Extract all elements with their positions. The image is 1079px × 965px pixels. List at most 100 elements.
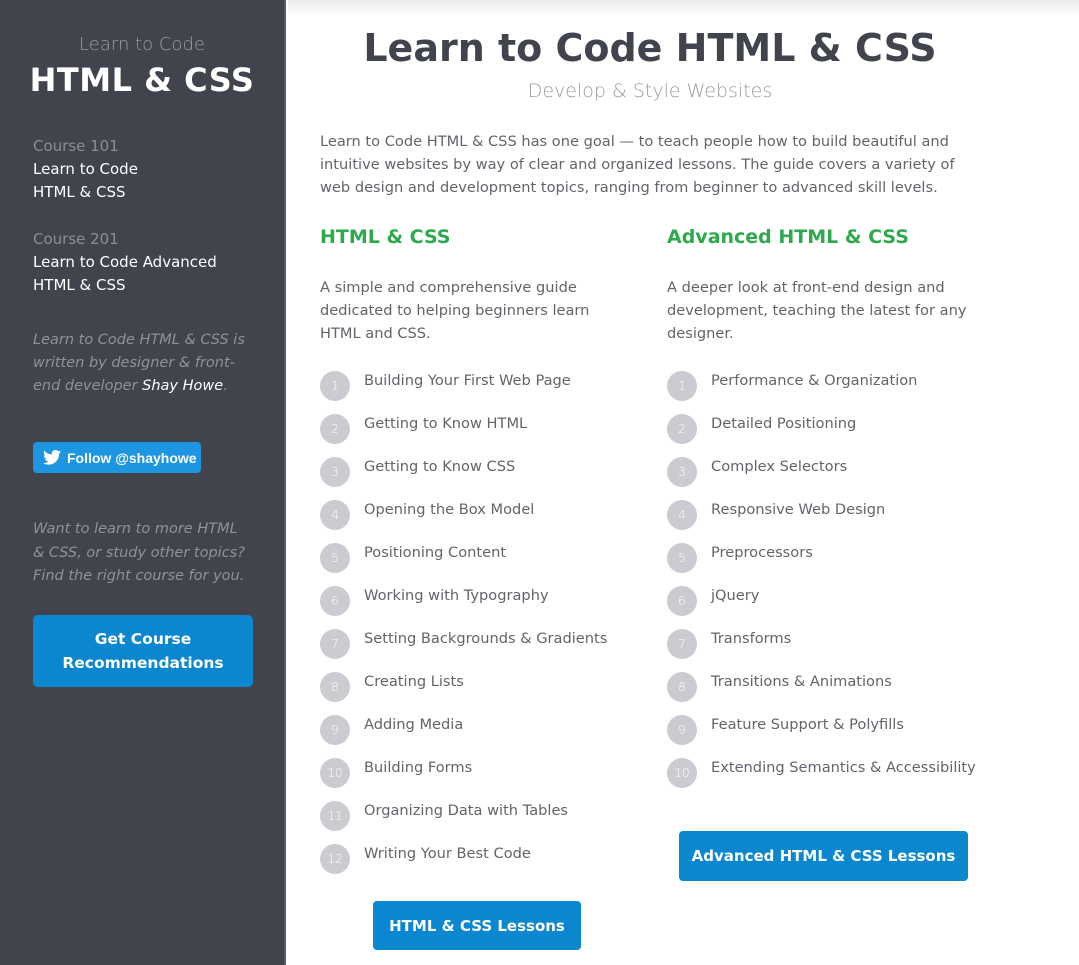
lesson-link[interactable]: Setting Backgrounds & Gradients bbox=[364, 627, 607, 650]
section-description: A deeper look at front-end design and de… bbox=[667, 279, 967, 342]
lesson-item[interactable]: 9 Adding Media bbox=[320, 713, 620, 756]
course-link[interactable]: Learn to Code HTML & CSS bbox=[33, 158, 251, 204]
lesson-link[interactable]: Feature Support & Polyfills bbox=[711, 713, 904, 736]
twitter-bird-icon bbox=[43, 450, 61, 465]
lesson-item[interactable]: 7 Transforms bbox=[667, 627, 987, 670]
course-link[interactable]: Learn to Code Advanced HTML & CSS bbox=[33, 251, 251, 297]
lesson-link[interactable]: jQuery bbox=[711, 584, 759, 607]
course-101[interactable]: Course 101 Learn to Code HTML & CSS bbox=[33, 135, 251, 204]
lesson-number-badge: 7 bbox=[320, 629, 350, 659]
lesson-item[interactable]: 8 Creating Lists bbox=[320, 670, 620, 713]
lesson-number-badge: 9 bbox=[320, 715, 350, 745]
page-title: Learn to Code HTML & CSS bbox=[363, 26, 937, 70]
lesson-link[interactable]: Working with Typography bbox=[364, 584, 549, 607]
lesson-link[interactable]: Positioning Content bbox=[364, 541, 506, 564]
lesson-list: 1 Performance & Organization 2 Detailed Pos… bbox=[667, 369, 987, 799]
lesson-link[interactable]: Getting to Know CSS bbox=[364, 455, 515, 478]
lesson-number-badge: 6 bbox=[320, 586, 350, 616]
lesson-item[interactable]: 10 Building Forms bbox=[320, 756, 620, 799]
lesson-item[interactable]: 8 Transitions & Animations bbox=[667, 670, 987, 713]
author-link[interactable]: Shay Howe bbox=[142, 378, 223, 394]
lesson-number-badge: 2 bbox=[667, 414, 697, 444]
lesson-item[interactable]: 5 Positioning Content bbox=[320, 541, 620, 584]
lesson-number-badge: 5 bbox=[320, 543, 350, 573]
brand-title: HTML & CSS bbox=[29, 61, 255, 99]
lesson-number-badge: 4 bbox=[320, 500, 350, 530]
about-suffix: . bbox=[223, 378, 228, 394]
lesson-number-badge: 10 bbox=[667, 758, 697, 788]
html-css-section: HTML & CSS A simple and comprehensive gu… bbox=[320, 226, 620, 885]
lesson-item[interactable]: 2 Getting to Know HTML bbox=[320, 412, 620, 455]
lesson-number-badge: 9 bbox=[667, 715, 697, 745]
lesson-link[interactable]: Organizing Data with Tables bbox=[364, 799, 568, 822]
lesson-item[interactable]: 12 Writing Your Best Code bbox=[320, 842, 620, 885]
lesson-number-badge: 5 bbox=[667, 543, 697, 573]
lesson-item[interactable]: 4 Responsive Web Design bbox=[667, 498, 987, 541]
lesson-item[interactable]: 9 Feature Support & Polyfills bbox=[667, 713, 987, 756]
lesson-number-badge: 1 bbox=[320, 371, 350, 401]
lesson-number-badge: 2 bbox=[320, 414, 350, 444]
course-title-line: Learn to Code bbox=[33, 160, 138, 178]
lesson-link[interactable]: Extending Semantics & Accessibility bbox=[711, 756, 976, 779]
course-number: Course 101 bbox=[33, 137, 119, 155]
lesson-link[interactable]: Complex Selectors bbox=[711, 455, 847, 478]
course-title-line: HTML & CSS bbox=[33, 276, 126, 294]
lesson-link[interactable]: Transforms bbox=[711, 627, 791, 650]
lesson-item[interactable]: 11 Organizing Data with Tables bbox=[320, 799, 620, 842]
course-201[interactable]: Course 201 Learn to Code Advanced HTML &… bbox=[33, 228, 251, 297]
lesson-link[interactable]: Preprocessors bbox=[711, 541, 813, 564]
brand-logo[interactable]: Learn to Code HTML & CSS bbox=[0, 0, 284, 99]
lesson-item[interactable]: 1 Building Your First Web Page bbox=[320, 369, 620, 412]
lesson-number-badge: 10 bbox=[320, 758, 350, 788]
lesson-item[interactable]: 6 Working with Typography bbox=[320, 584, 620, 627]
twitter-follow-label: Follow @shayhowe bbox=[67, 449, 197, 466]
course-list: Course 101 Learn to Code HTML & CSS Cour… bbox=[0, 135, 284, 297]
lesson-number-badge: 7 bbox=[667, 629, 697, 659]
lesson-item[interactable]: 6 jQuery bbox=[667, 584, 987, 627]
lesson-link[interactable]: Detailed Positioning bbox=[711, 412, 856, 435]
lesson-number-badge: 12 bbox=[320, 844, 350, 874]
course-title-line: HTML & CSS bbox=[33, 183, 126, 201]
section-description: A simple and comprehensive guide dedicat… bbox=[320, 279, 590, 342]
recommendation-text: Want to learn to more HTML & CSS, or stu… bbox=[33, 521, 245, 584]
page-subtitle: Develop & Style Websites bbox=[527, 80, 773, 102]
lesson-link[interactable]: Building Forms bbox=[364, 756, 472, 779]
lesson-link[interactable]: Creating Lists bbox=[364, 670, 464, 693]
lesson-item[interactable]: 3 Getting to Know CSS bbox=[320, 455, 620, 498]
lesson-number-badge: 11 bbox=[320, 801, 350, 831]
lesson-list: 1 Building Your First Web Page 2 Getting to… bbox=[320, 369, 620, 885]
lesson-link[interactable]: Transitions & Animations bbox=[711, 670, 892, 693]
lesson-link[interactable]: Responsive Web Design bbox=[711, 498, 885, 521]
lesson-number-badge: 8 bbox=[667, 672, 697, 702]
lesson-item[interactable]: 10 Extending Semantics & Accessibility bbox=[667, 756, 987, 799]
twitter-follow-button[interactable]: Follow @shayhowe bbox=[33, 442, 201, 473]
top-shadow bbox=[288, 0, 1079, 16]
get-course-recommendations-button[interactable]: Get Course Recommendations bbox=[33, 615, 253, 687]
lesson-item[interactable]: 2 Detailed Positioning bbox=[667, 412, 987, 455]
lesson-link[interactable]: Writing Your Best Code bbox=[364, 842, 531, 865]
lesson-number-badge: 3 bbox=[320, 457, 350, 487]
lesson-number-badge: 4 bbox=[667, 500, 697, 530]
lesson-number-badge: 1 bbox=[667, 371, 697, 401]
lesson-item[interactable]: 5 Preprocessors bbox=[667, 541, 987, 584]
about-text: Learn to Code HTML & CSS is written by d… bbox=[0, 329, 284, 398]
lesson-link[interactable]: Building Your First Web Page bbox=[364, 369, 571, 392]
lesson-number-badge: 3 bbox=[667, 457, 697, 487]
lesson-link[interactable]: Opening the Box Model bbox=[364, 498, 534, 521]
section-heading[interactable]: HTML & CSS bbox=[320, 226, 620, 266]
brand-subtitle: Learn to Code bbox=[79, 34, 205, 55]
course-title-line: Learn to Code Advanced bbox=[33, 253, 217, 271]
lesson-link[interactable]: Adding Media bbox=[364, 713, 463, 736]
sidebar: Learn to Code HTML & CSS Course 101 Lear… bbox=[0, 0, 286, 965]
lesson-link[interactable]: Performance & Organization bbox=[711, 369, 917, 392]
advanced-html-css-section: Advanced HTML & CSS A deeper look at fro… bbox=[667, 226, 987, 799]
course-number: Course 201 bbox=[33, 230, 119, 248]
advanced-html-css-lessons-button[interactable]: Advanced HTML & CSS Lessons bbox=[679, 831, 968, 881]
lesson-link[interactable]: Getting to Know HTML bbox=[364, 412, 527, 435]
lesson-item[interactable]: 1 Performance & Organization bbox=[667, 369, 987, 412]
lesson-item[interactable]: 4 Opening the Box Model bbox=[320, 498, 620, 541]
lesson-item[interactable]: 3 Complex Selectors bbox=[667, 455, 987, 498]
section-heading[interactable]: Advanced HTML & CSS bbox=[667, 226, 987, 266]
html-css-lessons-button[interactable]: HTML & CSS Lessons bbox=[373, 901, 581, 950]
lesson-item[interactable]: 7 Setting Backgrounds & Gradients bbox=[320, 627, 620, 670]
